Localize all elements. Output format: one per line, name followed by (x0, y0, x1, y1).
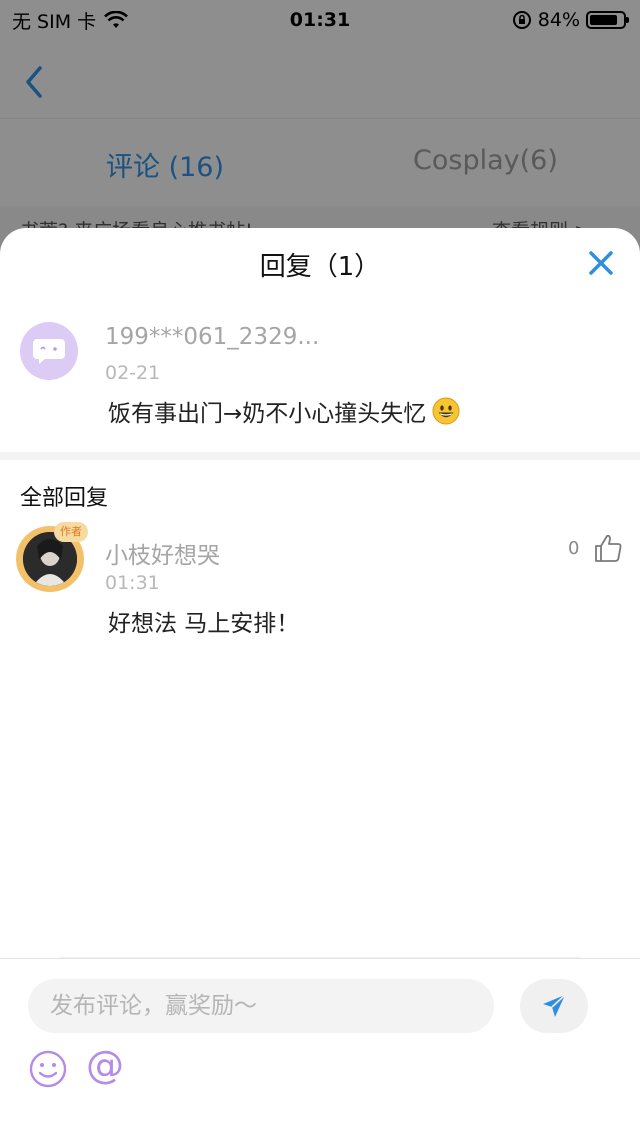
like-count: 0 (568, 538, 580, 559)
all-replies-heading: 全部回复 (20, 486, 109, 511)
send-icon (543, 994, 566, 1017)
emoji-icon[interactable] (28, 1049, 68, 1089)
reply-avatar[interactable]: 作者 (16, 522, 88, 592)
comment-username[interactable]: 199***061_2329... (105, 324, 319, 350)
main-comment: 199***061_2329... 02-21 饭有事出门→奶不小心撞头失忆 (0, 312, 640, 452)
sheet-header: 回复（1） (0, 228, 640, 298)
comment-text: 饭有事出门→奶不小心撞头失忆 (108, 394, 460, 428)
send-button[interactable] (520, 979, 588, 1033)
sheet-title: 回复（1） (259, 252, 381, 282)
chat-bubble-icon (33, 339, 65, 364)
reply-username[interactable]: 小枝好想哭 (105, 536, 220, 570)
mention-at-icon[interactable]: @ (86, 1043, 124, 1087)
thumbs-up-icon[interactable] (592, 532, 624, 564)
grinning-face-emoji (432, 397, 460, 425)
reply-item: 作者 小枝好想哭 01:31 好想法 马上安排！ 0 (0, 522, 640, 958)
reply-text: 好想法 马上安排！ (108, 611, 300, 637)
comment-input[interactable] (28, 979, 494, 1033)
comment-text-content: 饭有事出门→奶不小心撞头失忆 (108, 401, 427, 427)
close-icon[interactable] (586, 248, 616, 278)
reply-time: 01:31 (105, 572, 160, 594)
reply-sheet: 回复（1） 199***061_2329... 02-21 饭有事出门→奶不小心… (0, 228, 640, 1140)
author-badge: 作者 (54, 522, 88, 542)
comment-input-bar: @ (0, 958, 640, 1140)
avatar[interactable] (20, 322, 78, 380)
section-divider (0, 452, 640, 460)
comment-date: 02-21 (105, 362, 161, 384)
